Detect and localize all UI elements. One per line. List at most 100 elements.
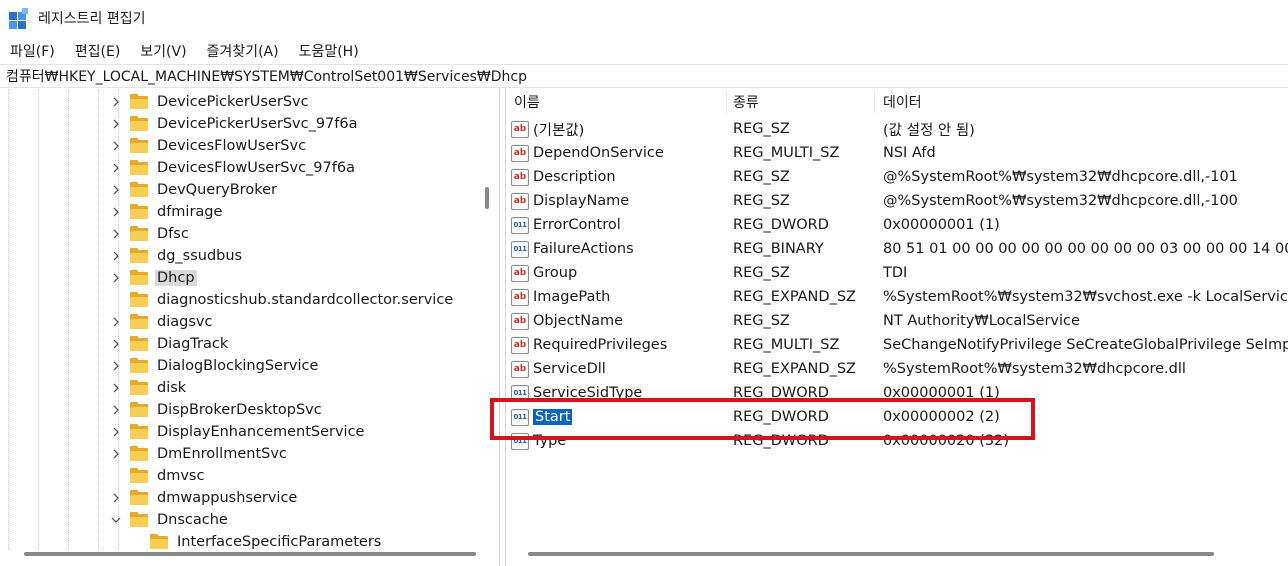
tree-item[interactable]: dfmirage — [108, 201, 224, 223]
tree-item-label[interactable]: diagsvc — [155, 314, 214, 330]
chevron-right-icon[interactable] — [108, 94, 124, 110]
tree-item[interactable]: DispBrokerDesktopSvc — [108, 399, 324, 421]
tree-item-label[interactable]: DiagTrack — [155, 336, 230, 352]
tree-item-label[interactable]: DialogBlockingService — [155, 358, 320, 374]
tree-item-label[interactable]: diagnosticshub.standardcollector.service — [155, 292, 455, 308]
value-name[interactable]: ServiceDll — [533, 361, 606, 377]
column-header-name[interactable]: 이름 — [514, 89, 726, 115]
tree-item-label[interactable]: DevicePickerUserSvc — [155, 94, 311, 110]
value-row[interactable]: 011 FailureActions REG_BINARY 80 51 01 00 0… — [506, 237, 1288, 261]
value-row[interactable]: ab Description REG_SZ @%SystemRoot%₩system3… — [506, 165, 1288, 189]
value-name[interactable]: ErrorControl — [533, 217, 621, 233]
value-name[interactable]: (기본값) — [533, 119, 584, 140]
chevron-right-icon[interactable] — [108, 358, 124, 374]
chevron-right-icon[interactable] — [108, 226, 124, 242]
value-name[interactable]: FailureActions — [533, 241, 634, 257]
chevron-right-icon[interactable] — [108, 116, 124, 132]
scroll-thumb[interactable] — [24, 552, 476, 556]
scroll-thumb[interactable] — [485, 187, 489, 209]
tree-item[interactable]: Dnscache — [108, 509, 230, 531]
chevron-right-icon[interactable] — [108, 490, 124, 506]
tree-item-label[interactable]: DispBrokerDesktopSvc — [155, 402, 324, 418]
chevron-right-icon[interactable] — [108, 424, 124, 440]
chevron-right-icon[interactable] — [108, 160, 124, 176]
tree-item[interactable]: DevicePickerUserSvc_97f6a — [108, 113, 360, 135]
tree-item[interactable]: Dhcp — [108, 267, 197, 289]
value-name[interactable]: RequiredPrivileges — [533, 337, 667, 353]
tree-item-label[interactable]: DmEnrollmentSvc — [155, 446, 289, 462]
tree-item[interactable]: DevicesFlowUserSvc — [108, 135, 308, 157]
tree-item-label[interactable]: DisplayEnhancementService — [155, 424, 366, 440]
tree-item[interactable]: diagsvc — [108, 311, 214, 333]
tree-vertical-scrollbar[interactable] — [482, 89, 492, 566]
value-row[interactable]: ab RequiredPrivileges REG_MULTI_SZ SeChange… — [506, 333, 1288, 357]
chevron-right-icon[interactable] — [108, 248, 124, 264]
chevron-down-icon[interactable] — [108, 512, 124, 528]
tree-item[interactable]: disk — [108, 377, 188, 399]
value-row[interactable]: ab ObjectName REG_SZ NT Authority₩LocalServ… — [506, 309, 1288, 333]
chevron-right-icon[interactable] — [108, 446, 124, 462]
tree-item[interactable]: DevicesFlowUserSvc_97f6a — [108, 157, 357, 179]
tree-item[interactable]: DevicePickerUserSvc — [108, 91, 311, 113]
tree-item[interactable]: DiagTrack — [108, 333, 230, 355]
chevron-right-icon[interactable] — [108, 204, 124, 220]
value-row[interactable]: ab Group REG_SZ TDI — [506, 261, 1288, 285]
values-pane[interactable]: 이름 종류 데이터 ab (기본값) REG_SZ (값 설정 안 됨) ab Depen… — [505, 89, 1288, 566]
menu-file[interactable]: 파일(F) — [0, 41, 65, 61]
tree-item[interactable]: dg_ssudbus — [108, 245, 244, 267]
value-name[interactable]: Description — [533, 169, 616, 185]
value-name[interactable]: DependOnService — [533, 145, 664, 161]
menu-edit[interactable]: 편집(E) — [65, 41, 131, 61]
tree-item[interactable]: DisplayEnhancementService — [108, 421, 366, 443]
address-path[interactable]: 컴퓨터₩HKEY_LOCAL_MACHINE₩SYSTEM₩ControlSet… — [6, 66, 527, 86]
tree-item-label[interactable]: DevicePickerUserSvc_97f6a — [155, 116, 360, 132]
scroll-thumb[interactable] — [528, 552, 1214, 556]
value-row[interactable]: ab DependOnService REG_MULTI_SZ NSI Afd — [506, 141, 1288, 165]
value-name[interactable]: ObjectName — [533, 313, 623, 329]
tree-item-label[interactable]: InterfaceSpecificParameters — [175, 534, 383, 550]
tree-item-label[interactable]: Dhcp — [155, 270, 197, 286]
tree-item-label[interactable]: dmvsc — [155, 468, 206, 484]
tree-item-label[interactable]: disk — [155, 380, 188, 396]
tree-item-label[interactable]: dmwappushservice — [155, 490, 299, 506]
value-row[interactable]: ab ImagePath REG_EXPAND_SZ %SystemRoot%₩sys… — [506, 285, 1288, 309]
chevron-right-icon[interactable] — [108, 270, 124, 286]
chevron-right-icon[interactable] — [108, 314, 124, 330]
tree-item-label[interactable]: DevQueryBroker — [155, 182, 279, 198]
tree-item-label[interactable]: DevicesFlowUserSvc_97f6a — [155, 160, 357, 176]
menu-help[interactable]: 도움말(H) — [289, 41, 369, 61]
tree-item[interactable]: DevQueryBroker — [108, 179, 279, 201]
chevron-right-icon[interactable] — [108, 182, 124, 198]
menu-favorites[interactable]: 즐겨찾기(A) — [197, 41, 289, 61]
tree-item-label[interactable]: DevicesFlowUserSvc — [155, 138, 308, 154]
tree-item[interactable]: diagnosticshub.standardcollector.service — [108, 289, 455, 311]
chevron-right-icon[interactable] — [108, 402, 124, 418]
column-separator[interactable] — [726, 91, 727, 113]
value-row[interactable]: 011 ErrorControl REG_DWORD 0x00000001 (1) — [506, 213, 1288, 237]
chevron-right-icon[interactable] — [108, 380, 124, 396]
tree-item-label[interactable]: Dnscache — [155, 512, 230, 528]
chevron-right-icon[interactable] — [108, 138, 124, 154]
tree-item-label[interactable]: Dfsc — [155, 226, 191, 242]
value-row[interactable]: ab DisplayName REG_SZ @%SystemRoot%₩system3… — [506, 189, 1288, 213]
tree-item-label[interactable]: dfmirage — [155, 204, 224, 220]
column-header-data[interactable]: 데이터 — [883, 89, 1283, 115]
value-name[interactable]: ImagePath — [533, 289, 610, 305]
column-header-type[interactable]: 종류 — [733, 89, 873, 115]
tree-item-label[interactable]: dg_ssudbus — [155, 248, 244, 264]
value-row[interactable]: ab ServiceDll REG_EXPAND_SZ %SystemRoot%₩sy… — [506, 357, 1288, 381]
value-name[interactable]: Group — [533, 265, 577, 281]
tree-item[interactable]: DialogBlockingService — [108, 355, 320, 377]
chevron-right-icon[interactable] — [108, 336, 124, 352]
value-row[interactable]: ab (기본값) REG_SZ (값 설정 안 됨) — [506, 117, 1288, 141]
values-horizontal-scrollbar[interactable] — [506, 549, 1288, 561]
tree-item[interactable]: dmwappushservice — [108, 487, 299, 509]
tree-horizontal-scrollbar[interactable] — [0, 549, 499, 561]
value-name[interactable]: DisplayName — [533, 193, 629, 209]
address-bar[interactable]: 컴퓨터₩HKEY_LOCAL_MACHINE₩SYSTEM₩ControlSet… — [0, 64, 1288, 88]
tree-item[interactable]: dmvsc — [108, 465, 206, 487]
menu-view[interactable]: 보기(V) — [130, 41, 196, 61]
tree-item[interactable]: Dfsc — [108, 223, 191, 245]
column-separator[interactable] — [874, 91, 875, 113]
key-tree-pane[interactable]: DevicePickerUserSvc DevicePickerUserSvc_9… — [0, 89, 500, 566]
